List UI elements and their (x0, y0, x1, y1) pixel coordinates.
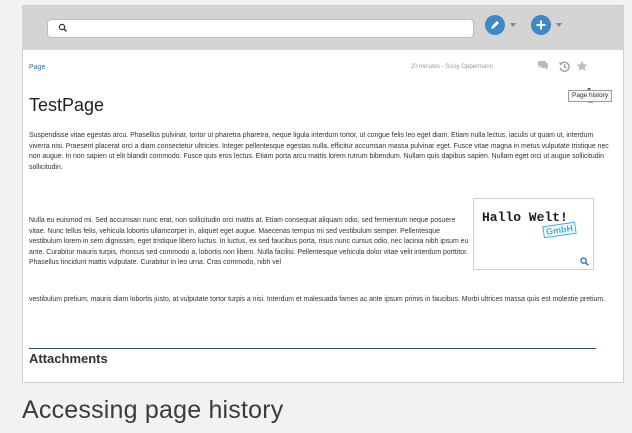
breadcrumb[interactable]: Page (29, 64, 45, 71)
add-menu-caret-icon[interactable] (556, 23, 562, 27)
search-input[interactable] (47, 19, 474, 38)
embedded-image[interactable]: Hallo Welt! GmbH (473, 198, 594, 270)
edit-menu-caret-icon[interactable] (510, 23, 516, 27)
add-icon (536, 20, 546, 30)
history-icon[interactable] (558, 60, 571, 73)
last-edited-meta: 20 minutes - Sissy Oppermann (410, 64, 493, 70)
history-tooltip: Page history (568, 90, 613, 102)
search-icon (58, 23, 67, 32)
edit-button[interactable] (485, 15, 505, 35)
image-text-hallo: Hallo Welt! (482, 210, 568, 225)
page-title: TestPage (29, 95, 105, 115)
body-paragraph: vestibulum pretium, mauris diam lobortis… (29, 296, 605, 303)
edit-icon (491, 21, 499, 29)
body-paragraph: Suspendisse vitae egestas arcu. Phasellu… (29, 132, 609, 171)
attachments-heading: Attachments (29, 351, 108, 366)
doc-caption-heading: Accessing page history (22, 396, 284, 424)
top-toolbar (23, 6, 623, 50)
comments-icon[interactable] (537, 60, 549, 71)
wiki-frame: Page 20 minutes - Sissy Oppermann Page h… (22, 5, 624, 383)
zoom-icon[interactable] (580, 257, 589, 266)
add-button[interactable] (531, 15, 551, 35)
star-icon[interactable] (576, 60, 588, 72)
body-paragraph: Nulla eu euismod mi. Sed accumsan nunc e… (29, 217, 469, 267)
attachments-divider (29, 348, 596, 349)
